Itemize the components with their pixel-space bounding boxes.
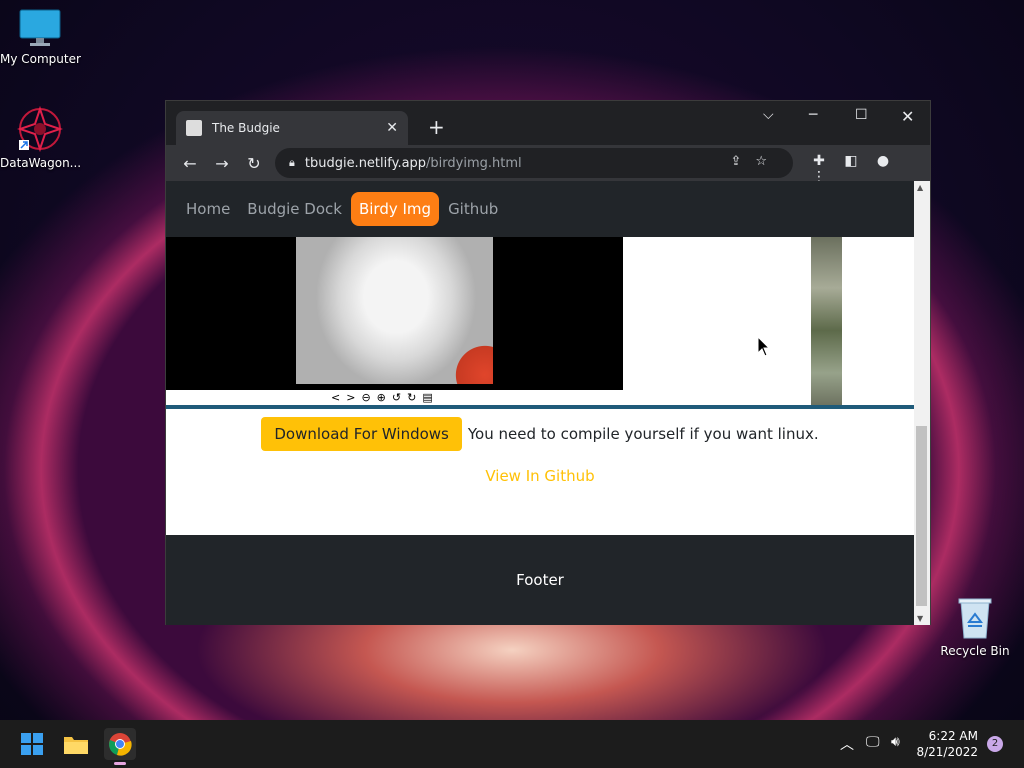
- thumbnail-strip[interactable]: [811, 237, 842, 407]
- mouse-cursor-icon: [757, 336, 771, 357]
- minimize-button[interactable]: ─: [809, 107, 817, 123]
- download-windows-button[interactable]: Download For Windows: [261, 417, 462, 451]
- browser-tab[interactable]: The Budgie ✕: [176, 111, 408, 145]
- bookmark-star-icon[interactable]: ☆: [755, 154, 781, 169]
- clock-time: 6:22 AM: [928, 729, 978, 743]
- rotate-right-icon[interactable]: ↻: [407, 391, 422, 404]
- start-button[interactable]: [16, 728, 48, 760]
- desktop-icon-label: DataWagon...: [0, 156, 82, 170]
- desktop-icon-my-computer[interactable]: My Computer: [0, 8, 81, 66]
- next-icon[interactable]: >: [346, 391, 361, 404]
- notification-badge[interactable]: 2: [987, 736, 1003, 752]
- system-clock[interactable]: 6:22 AM 8/21/2022: [916, 728, 978, 760]
- browser-window: The Budgie ✕ + ⌵ ─ ☐ ✕ ← → ↻ 🔒︎ tbudgie.…: [165, 100, 931, 625]
- clock-date: 8/21/2022: [916, 745, 978, 759]
- desktop-icon-label: Recycle Bin: [940, 644, 1010, 658]
- recycle-bin-icon: [958, 598, 992, 639]
- desktop-icon-recycle-bin[interactable]: Recycle Bin: [935, 596, 1015, 658]
- scroll-down-icon[interactable]: ▼: [917, 614, 923, 623]
- browser-toolbar: ← → ↻ 🔒︎ tbudgie.netlify.app/birdyimg.ht…: [166, 145, 930, 185]
- reload-icon[interactable]: ↻: [238, 154, 270, 173]
- monitor-icon: [19, 9, 61, 46]
- prev-icon[interactable]: <: [331, 391, 346, 404]
- desktop-icon-datawagon[interactable]: DataWagon...: [0, 106, 82, 170]
- desktop-icon-label: My Computer: [0, 52, 81, 66]
- forward-icon[interactable]: →: [206, 154, 238, 173]
- tab-search-icon[interactable]: ⌵: [763, 107, 774, 123]
- scrollbar-thumb[interactable]: [916, 426, 927, 606]
- url-host: tbudgie.netlify.app: [304, 155, 427, 171]
- download-section: Download For Windows You need to compile…: [166, 407, 914, 535]
- nav-budgie-dock[interactable]: Budgie Dock: [239, 192, 350, 226]
- zoom-out-icon[interactable]: ⊖: [361, 391, 376, 404]
- volume-icon[interactable]: 🔊︎: [891, 734, 900, 750]
- footer-text: Footer: [516, 571, 564, 589]
- gallery-icon[interactable]: ▤: [422, 391, 438, 404]
- chrome-taskbar-button[interactable]: [104, 728, 136, 765]
- rotate-left-icon[interactable]: ↺: [392, 391, 407, 404]
- tab-bar: The Budgie ✕ + ⌵ ─ ☐ ✕: [166, 101, 930, 145]
- close-tab-icon[interactable]: ✕: [386, 120, 398, 136]
- back-icon[interactable]: ←: [174, 154, 206, 173]
- extensions-icon[interactable]: ✚: [803, 153, 835, 169]
- file-explorer-button[interactable]: [60, 728, 92, 760]
- maximize-button[interactable]: ☐: [855, 107, 868, 123]
- page-footer: Footer: [166, 535, 914, 625]
- new-tab-button[interactable]: +: [428, 115, 445, 139]
- network-icon[interactable]: 🖵︎: [866, 734, 880, 750]
- favicon-icon: [186, 120, 202, 136]
- taskbar: ︿ 🖵︎ 🔊︎ 6:22 AM 8/21/2022 2: [0, 720, 1024, 768]
- tab-title: The Budgie: [212, 121, 280, 135]
- chrome-icon: [109, 733, 132, 756]
- address-bar[interactable]: 🔒︎ tbudgie.netlify.app/birdyimg.html ⇪☆: [275, 148, 793, 178]
- lock-icon: 🔒︎: [289, 156, 295, 169]
- nav-birdy-img[interactable]: Birdy Img: [350, 192, 440, 226]
- view-github-link[interactable]: View In Github: [485, 467, 594, 485]
- photo-detail: [453, 339, 493, 384]
- side-panel-icon[interactable]: ◧: [835, 153, 867, 169]
- nav-github[interactable]: Github: [440, 192, 506, 226]
- linux-note: You need to compile yourself if you want…: [467, 425, 819, 443]
- url-path: /birdyimg.html: [426, 155, 522, 171]
- site-navbar: Home Budgie Dock Birdy Img Github: [166, 181, 914, 237]
- zoom-in-icon[interactable]: ⊕: [377, 391, 392, 404]
- close-window-button[interactable]: ✕: [901, 107, 914, 126]
- omnibox-actions: ⇪☆: [730, 154, 781, 169]
- image-viewer: [166, 237, 623, 390]
- viewer-toolbar: <>⊖⊕↺↻▤: [331, 391, 439, 404]
- folder-icon: [64, 737, 88, 754]
- windows-logo-icon: [21, 733, 43, 755]
- image-gallery: <>⊖⊕↺↻▤: [166, 237, 914, 409]
- share-icon[interactable]: ⇪: [730, 154, 755, 169]
- gallery-divider: [166, 405, 914, 409]
- page-viewport: Home Budgie Dock Birdy Img Github <>⊖⊕↺↻…: [166, 181, 914, 625]
- active-indicator: [114, 762, 126, 765]
- profile-icon[interactable]: ●: [867, 153, 899, 169]
- page-scrollbar[interactable]: ▲ ▼: [914, 181, 930, 625]
- bird-photo: [296, 237, 493, 384]
- show-hidden-icons[interactable]: ︿: [840, 734, 854, 754]
- nav-home[interactable]: Home: [178, 192, 238, 226]
- scroll-up-icon[interactable]: ▲: [917, 183, 923, 192]
- datawagon-logo-icon: [17, 106, 63, 152]
